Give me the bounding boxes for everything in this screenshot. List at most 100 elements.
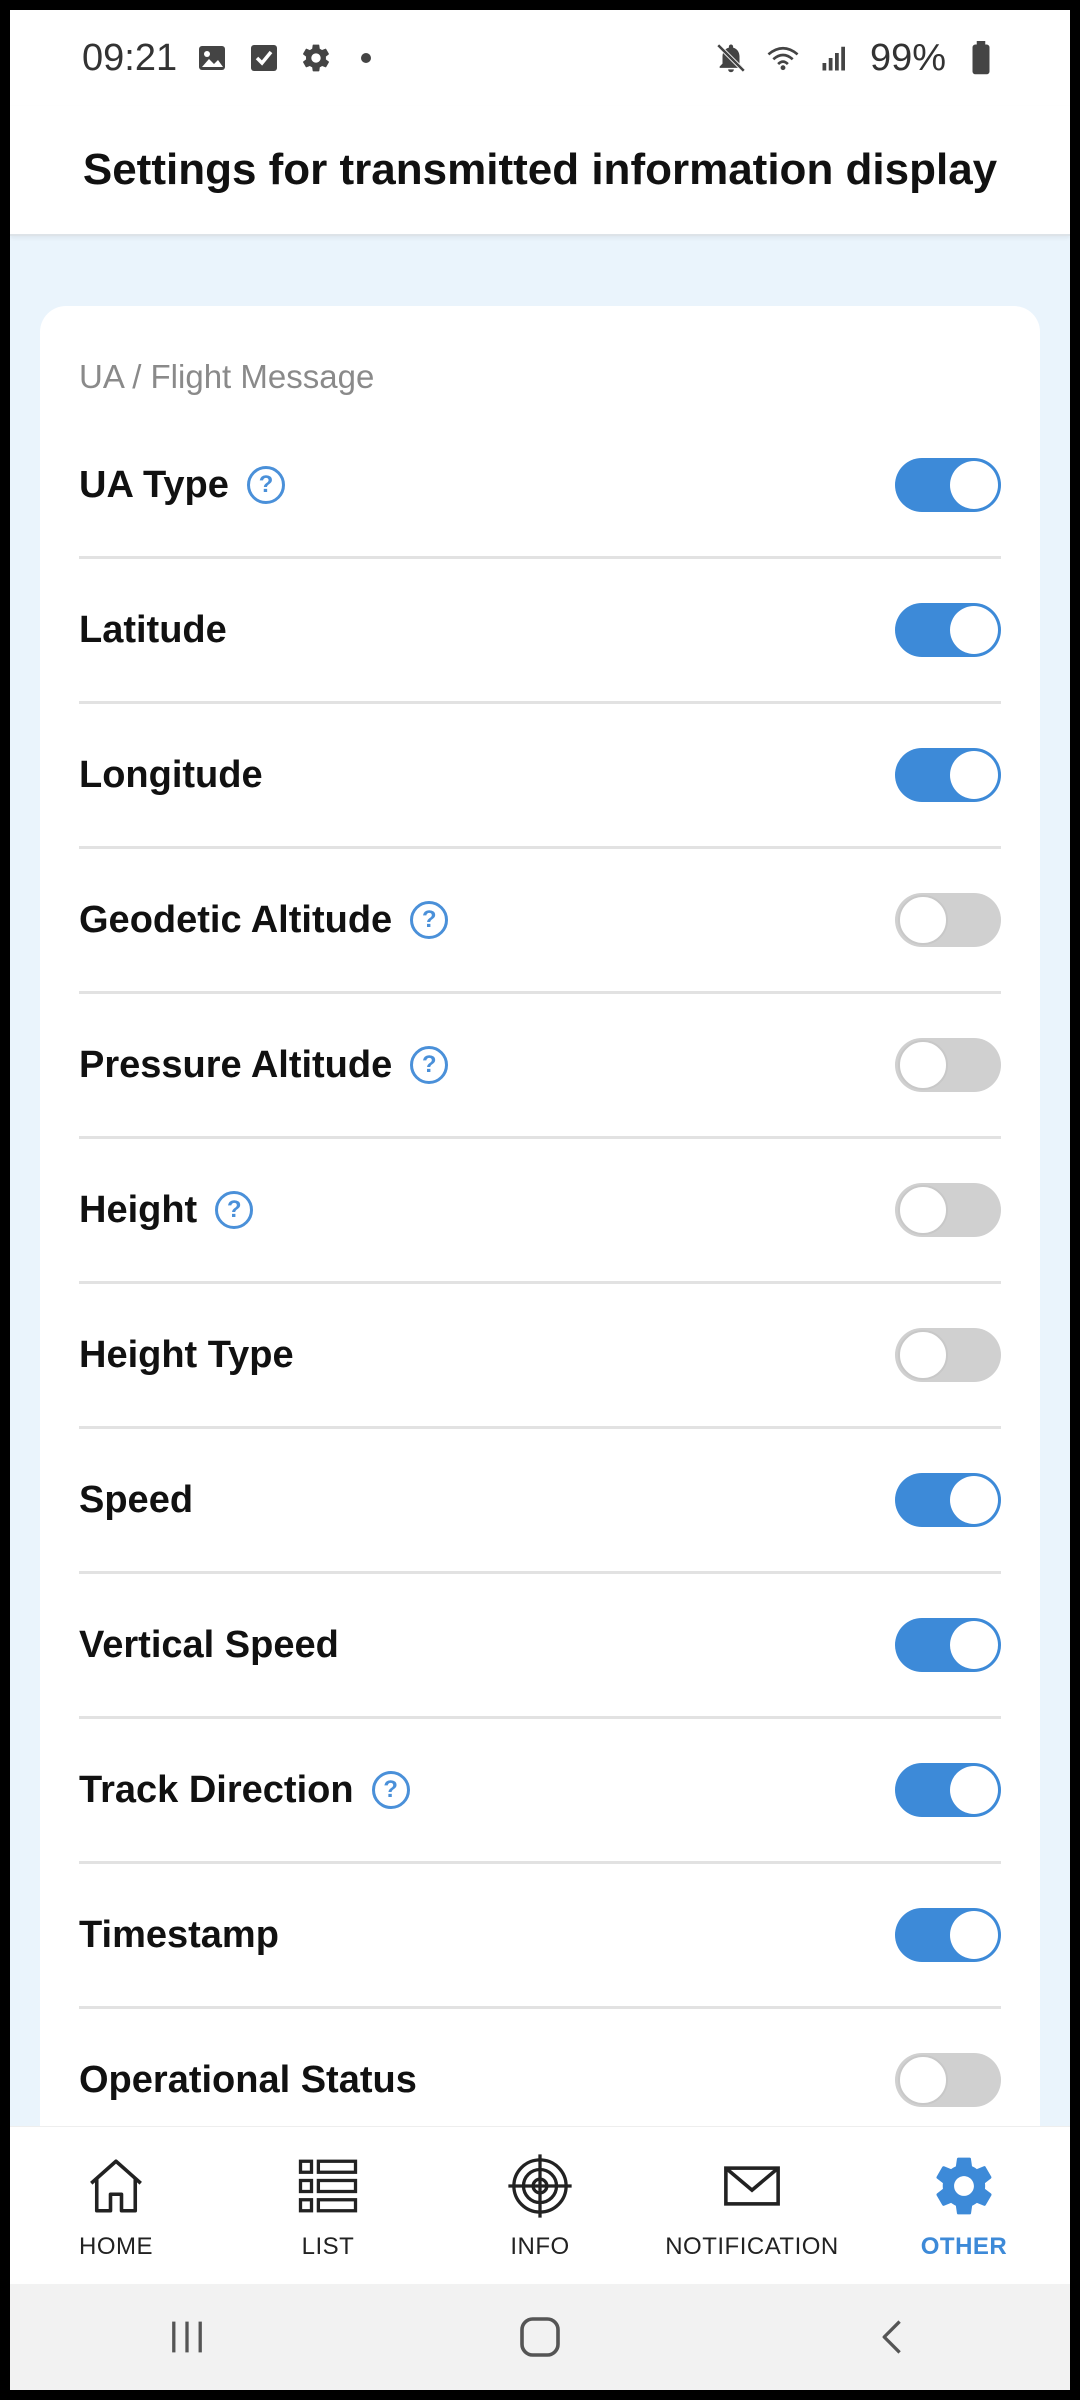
toggle-switch-track-direction[interactable] xyxy=(895,1763,1001,1817)
toggle-switch-height[interactable] xyxy=(895,1183,1001,1237)
battery-percentage: 99% xyxy=(869,36,946,79)
toggle-switch-timestamp[interactable] xyxy=(895,1908,1001,1962)
recent-apps-icon[interactable] xyxy=(147,2297,227,2377)
nav-item-notification[interactable]: NOTIFICATION xyxy=(652,2151,852,2261)
settings-list: UA Type ? Latitude Longitude Geodetic Al… xyxy=(79,414,1001,2154)
setting-row-label-group: Geodetic Altitude ? xyxy=(79,898,449,942)
page-title: Settings for transmitted information dis… xyxy=(82,145,998,194)
nav-item-info[interactable]: INFO xyxy=(440,2151,640,2261)
setting-row-label-group: Height Type xyxy=(79,1334,294,1377)
toggle-switch-geodetic-altitude[interactable] xyxy=(895,893,1001,947)
help-icon[interactable]: ? xyxy=(410,901,449,939)
setting-row-label-group: Operational Status xyxy=(79,2059,417,2102)
toggle-knob xyxy=(950,751,998,799)
system-navigation-bar xyxy=(10,2284,1070,2390)
toggle-switch-operational-status[interactable] xyxy=(895,2053,1001,2107)
setting-row-label-group: Height ? xyxy=(79,1188,254,1232)
nav-item-list[interactable]: LIST xyxy=(228,2151,428,2261)
setting-label: Pressure Altitude xyxy=(79,1043,393,1086)
toggle-switch-longitude[interactable] xyxy=(895,748,1001,802)
help-icon[interactable]: ? xyxy=(410,1046,449,1084)
mail-icon xyxy=(717,2151,787,2221)
gear-icon xyxy=(929,2151,999,2221)
status-time: 09:21 xyxy=(82,36,178,79)
section-label: UA / Flight Message xyxy=(79,358,375,395)
setting-row-timestamp: Timestamp xyxy=(79,1864,1001,2009)
setting-label: UA Type xyxy=(79,463,229,506)
toggle-knob xyxy=(898,2055,948,2105)
nav-item-home[interactable]: HOME xyxy=(16,2151,216,2261)
toggle-knob xyxy=(950,461,998,509)
checkbox-icon xyxy=(247,41,281,75)
mute-icon xyxy=(714,41,748,75)
setting-row-label-group: UA Type ? xyxy=(79,464,285,507)
toggle-knob xyxy=(898,895,948,945)
setting-label: Longitude xyxy=(79,753,263,796)
status-bar-right: 99% xyxy=(714,37,998,80)
nav-label: HOME xyxy=(79,2232,153,2260)
setting-row-height-type: Height Type xyxy=(79,1284,1001,1429)
nav-label: OTHER xyxy=(920,2232,1008,2260)
setting-row-longitude: Longitude xyxy=(79,704,1001,849)
toggle-knob xyxy=(950,1911,998,1959)
setting-label: Track Direction xyxy=(79,1768,354,1811)
toggle-knob xyxy=(950,1766,998,1814)
setting-row-pressure-altitude: Pressure Altitude ? xyxy=(79,994,1001,1139)
page-header: Settings for transmitted information dis… xyxy=(10,106,1070,236)
setting-row-speed: Speed xyxy=(79,1429,1001,1574)
setting-label: Latitude xyxy=(79,608,227,651)
nav-label: INFO xyxy=(510,2232,570,2260)
image-icon xyxy=(195,41,229,75)
toggle-switch-speed[interactable] xyxy=(895,1473,1001,1527)
wifi-icon xyxy=(766,41,800,75)
settings-card: UA / Flight Message UA Type ? Latitude L… xyxy=(40,306,1040,2206)
setting-label: Height xyxy=(79,1188,198,1231)
nav-item-other[interactable]: OTHER xyxy=(864,2151,1064,2261)
gear-icon xyxy=(299,41,333,75)
setting-row-label-group: Track Direction ? xyxy=(79,1769,410,1812)
list-icon xyxy=(293,2151,363,2221)
toggle-knob xyxy=(950,606,998,654)
toggle-switch-ua-type[interactable] xyxy=(895,458,1001,512)
help-icon[interactable]: ? xyxy=(215,1191,254,1229)
status-bar-left: 09:21 xyxy=(82,36,372,80)
setting-row-label-group: Speed xyxy=(79,1479,193,1522)
bottom-navigation: HOME LIST INFO NOTIFICATION OTHER xyxy=(10,2126,1070,2284)
setting-row-label-group: Longitude xyxy=(79,754,263,797)
help-icon[interactable]: ? xyxy=(371,1771,410,1809)
setting-label: Operational Status xyxy=(79,2058,417,2101)
setting-label: Geodetic Altitude xyxy=(79,898,393,941)
toggle-knob xyxy=(898,1040,948,1090)
setting-label: Timestamp xyxy=(79,1913,279,1956)
setting-row-ua-type: UA Type ? xyxy=(79,414,1001,559)
status-bar: 09:21 99% xyxy=(10,10,1070,106)
setting-row-geodetic-altitude: Geodetic Altitude ? xyxy=(79,849,1001,994)
setting-label: Speed xyxy=(79,1478,194,1521)
app-screen: 09:21 99% Settings for transmitted infor… xyxy=(10,10,1070,2390)
home-button-icon[interactable] xyxy=(500,2297,580,2377)
nav-label: NOTIFICATION xyxy=(665,2232,839,2260)
notification-dot-icon xyxy=(361,53,372,63)
toggle-switch-latitude[interactable] xyxy=(895,603,1001,657)
battery-icon xyxy=(964,41,998,75)
toggle-switch-pressure-altitude[interactable] xyxy=(895,1038,1001,1092)
back-icon[interactable] xyxy=(853,2297,933,2377)
setting-row-label-group: Latitude xyxy=(79,609,227,652)
home-icon xyxy=(81,2151,151,2221)
setting-row-vertical-speed: Vertical Speed xyxy=(79,1574,1001,1719)
setting-label: Vertical Speed xyxy=(79,1623,339,1666)
signal-icon xyxy=(818,41,852,75)
setting-label: Height Type xyxy=(79,1333,294,1376)
toggle-knob xyxy=(898,1185,948,1235)
toggle-switch-vertical-speed[interactable] xyxy=(895,1618,1001,1672)
setting-row-label-group: Vertical Speed xyxy=(79,1624,339,1667)
toggle-knob xyxy=(898,1330,948,1380)
help-icon[interactable]: ? xyxy=(246,466,285,504)
toggle-knob xyxy=(950,1476,998,1524)
nav-label: LIST xyxy=(301,2232,355,2260)
setting-row-label-group: Pressure Altitude ? xyxy=(79,1043,449,1087)
setting-row-latitude: Latitude xyxy=(79,559,1001,704)
toggle-switch-height-type[interactable] xyxy=(895,1328,1001,1382)
setting-row-track-direction: Track Direction ? xyxy=(79,1719,1001,1864)
toggle-knob xyxy=(950,1621,998,1669)
